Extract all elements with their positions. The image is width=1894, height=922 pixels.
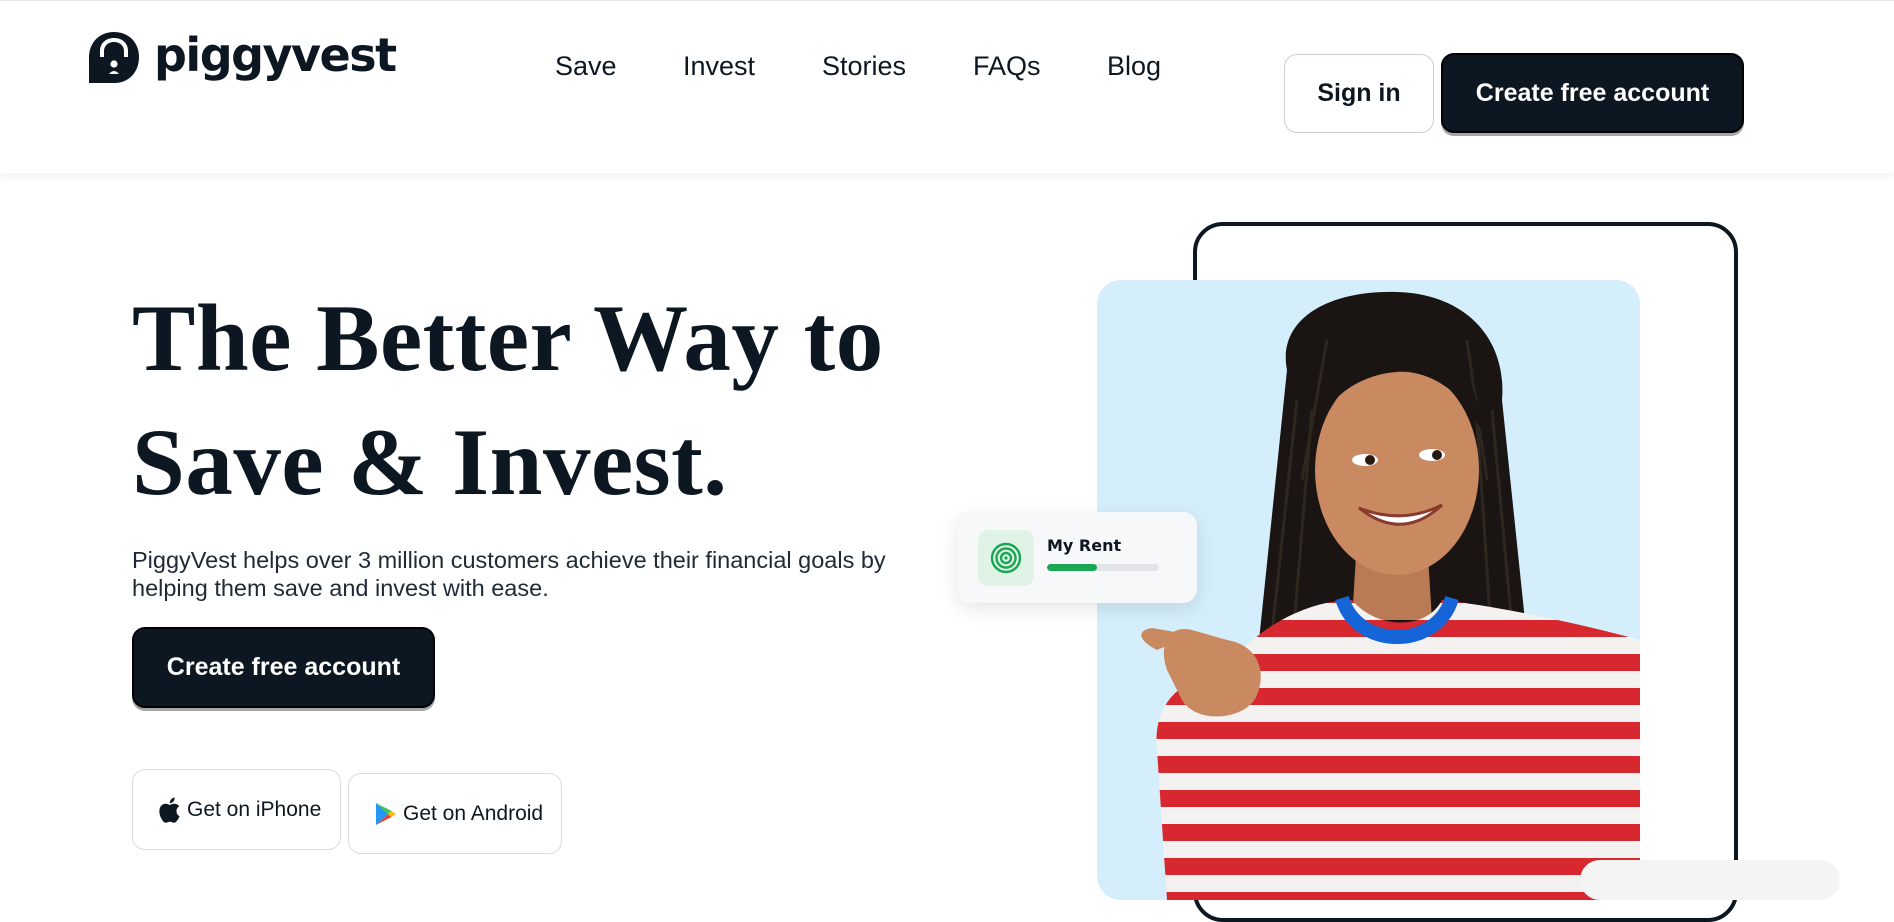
apple-icon xyxy=(159,797,180,823)
hero-subtitle: PiggyVest helps over 3 million customers… xyxy=(132,547,886,601)
my-rent-savings-card: My Rent xyxy=(957,512,1197,603)
android-label: Get on Android xyxy=(403,801,544,825)
nav-save[interactable]: Save xyxy=(555,51,617,82)
sign-in-button[interactable]: Sign in xyxy=(1284,54,1434,133)
site-header: piggyvest Save Invest Stories FAQs Blog … xyxy=(0,0,1894,173)
get-on-iphone-button[interactable]: Get on iPhone xyxy=(132,769,341,850)
nav-stories[interactable]: Stories xyxy=(822,51,906,82)
nav-invest[interactable]: Invest xyxy=(683,51,755,82)
hero-create-account-button[interactable]: Create free account xyxy=(132,627,435,708)
google-play-icon xyxy=(376,802,396,825)
rent-progress-fill xyxy=(1047,564,1098,571)
target-icon xyxy=(990,542,1022,574)
get-on-android-button[interactable]: Get on Android xyxy=(348,773,562,854)
iphone-label: Get on iPhone xyxy=(187,797,322,821)
rent-card-label: My Rent xyxy=(1047,536,1122,555)
piggyvest-logo[interactable]: piggyvest xyxy=(86,28,397,85)
rent-icon-box xyxy=(978,530,1034,586)
floating-chat-widget-edge xyxy=(1580,860,1840,900)
piggyvest-lock-icon xyxy=(89,32,139,83)
hero-title: The Better Way to Save & Invest. xyxy=(132,285,884,515)
header-create-account-button[interactable]: Create free account xyxy=(1441,53,1744,133)
nav-blog[interactable]: Blog xyxy=(1107,51,1161,82)
logo-wordmark: piggyvest xyxy=(154,28,397,82)
rent-progress-track xyxy=(1047,564,1159,571)
nav-faqs[interactable]: FAQs xyxy=(973,51,1041,82)
